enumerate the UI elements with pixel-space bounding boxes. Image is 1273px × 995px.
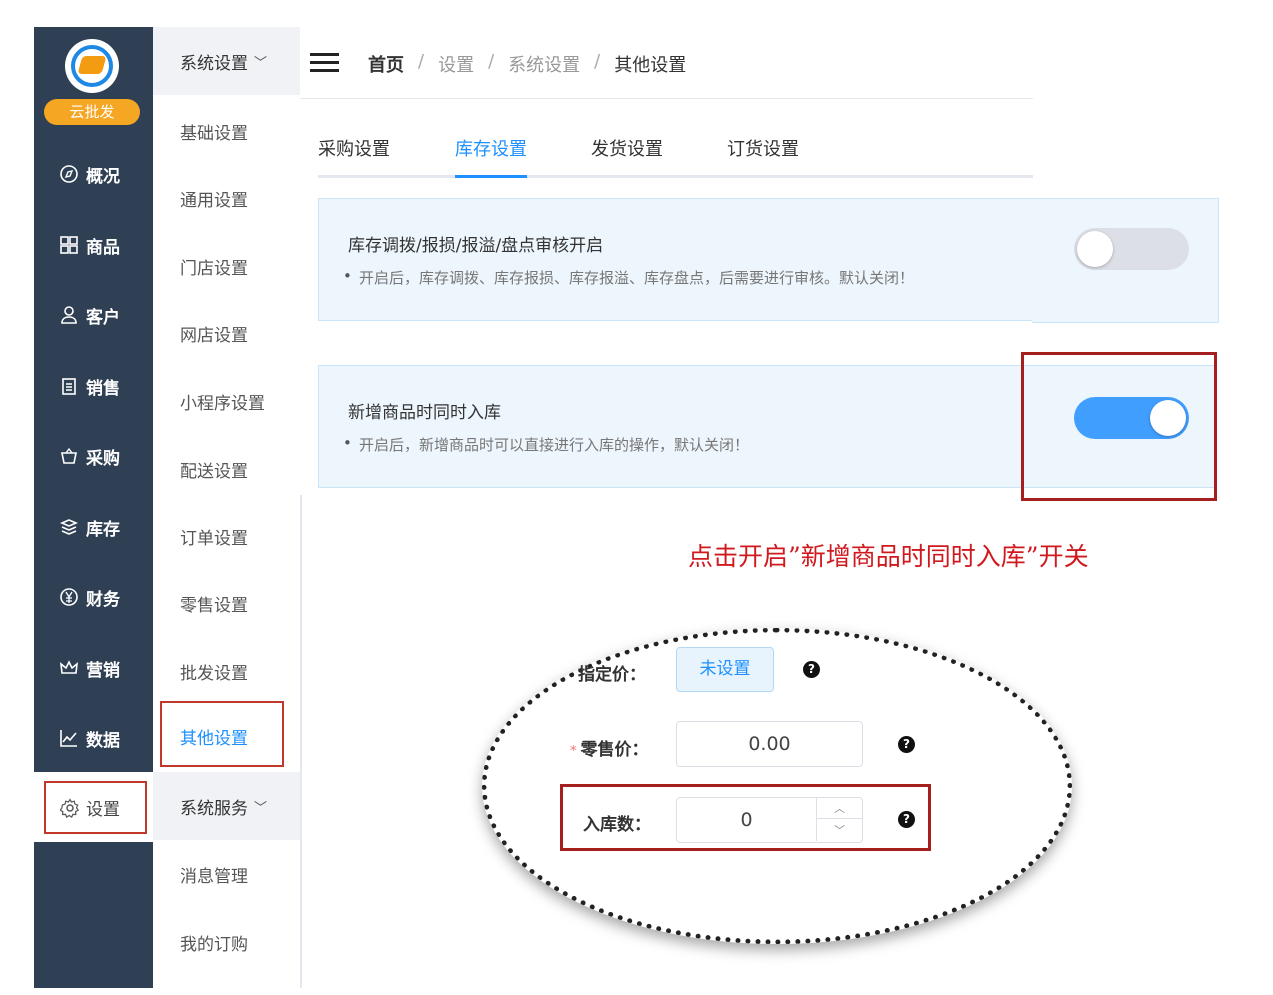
nav-item-data[interactable]: 数据 (34, 718, 153, 758)
setting-card-stock-on-create: 新增商品时同时入库 开启后，新增商品时可以直接进行入库的操作，默认关闭！ (318, 365, 1033, 488)
submenu-item-basic[interactable]: 基础设置 (180, 119, 248, 144)
help-icon[interactable]: ? (898, 736, 915, 753)
layers-icon (58, 516, 80, 538)
submenu-item-store[interactable]: 门店设置 (180, 254, 248, 279)
nav-label: 销售 (86, 378, 120, 399)
breadcrumb-current: 其他设置 (614, 55, 687, 76)
submenu-item-other[interactable]: 其他设置 (180, 724, 248, 749)
settings-submenu: 系统设置 ﹀ 基础设置 通用设置 门店设置 网店设置 小程序设置 配送设置 订单… (153, 27, 300, 988)
submenu-group-label: 系统设置 (180, 53, 248, 74)
setting-title: 新增商品时同时入库 (348, 403, 501, 423)
nav-item-overview[interactable]: 概况 (34, 154, 153, 194)
tab-shipping[interactable]: 发货设置 (591, 135, 663, 178)
setting-description: 开启后，库存调拨、库存报损、库存报溢、库存盘点，后需要进行审核。默认关闭！ (343, 267, 914, 288)
nav-label: 客户 (86, 307, 120, 328)
nav-item-sales[interactable]: 销售 (34, 366, 153, 406)
submenu-item-retail[interactable]: 零售设置 (180, 591, 248, 616)
nav-label: 营销 (86, 660, 120, 681)
tab-inventory[interactable]: 库存设置 (455, 135, 527, 178)
breadcrumb-system-settings[interactable]: 系统设置 (508, 51, 580, 77)
submenu-item-messages[interactable]: 消息管理 (180, 862, 248, 887)
compass-icon (58, 163, 80, 185)
breadcrumb-separator: / (418, 51, 425, 72)
yen-icon (58, 586, 80, 608)
nav-settings-label: 设置 (86, 800, 120, 820)
nav-item-customers[interactable]: 客户 (34, 295, 153, 335)
basket-icon (58, 445, 80, 467)
top-header: 首页 / 设置 / 系统设置 / 其他设置 (300, 27, 1033, 99)
submenu-item-mini-program[interactable]: 小程序设置 (180, 389, 265, 414)
settings-tabs: 采购设置 库存设置 发货设置 订货设置 (318, 135, 1033, 178)
submenu-item-my-orders[interactable]: 我的订购 (180, 930, 248, 955)
divider (300, 495, 302, 988)
nav-item-inventory[interactable]: 库存 (34, 507, 153, 547)
nav-label: 采购 (86, 448, 120, 469)
nav-label: 概况 (86, 166, 120, 187)
brand-badge: 云批发 (44, 99, 140, 125)
submenu-group-label: 系统服务 (180, 798, 248, 819)
tab-ordering[interactable]: 订货设置 (727, 135, 799, 178)
nav-label: 财务 (86, 589, 120, 610)
price-unset-button[interactable]: 未设置 (676, 647, 774, 692)
main-sidebar: 云批发 概况 商品 客户 销售 采购 库存 财务 营销 数据 设置 (34, 27, 153, 988)
instruction-annotation: 点击开启”新增商品时同时入库”开关 (688, 542, 1089, 571)
submenu-item-wholesale[interactable]: 批发设置 (180, 659, 248, 684)
breadcrumb-separator: / (594, 51, 601, 72)
submenu-item-order[interactable]: 订单设置 (180, 524, 248, 549)
chevron-down-icon: ﹀ (254, 55, 268, 71)
retail-price-label: * 零售价： (570, 735, 649, 760)
retail-price-label-text: 零售价： (580, 740, 649, 760)
submenu-item-delivery[interactable]: 配送设置 (180, 457, 248, 482)
required-mark: * (570, 744, 577, 759)
menu-toggle-icon[interactable] (310, 53, 339, 73)
nav-label: 商品 (86, 237, 120, 258)
clipboard-icon (58, 375, 80, 397)
stock-qty-highlight-box (560, 784, 931, 851)
audit-toggle-switch[interactable] (1074, 228, 1189, 270)
user-icon (58, 304, 80, 326)
price-label: 指定价： (578, 665, 646, 685)
breadcrumb: 首页 / 设置 / 系统设置 / 其他设置 (368, 51, 686, 77)
setting-description: 开启后，新增商品时可以直接进行入库的操作，默认关闭！ (343, 434, 749, 455)
grid-icon (58, 234, 80, 256)
submenu-group-system-services[interactable]: 系统服务 ﹀ (153, 772, 300, 840)
setting-title: 库存调拨/报损/报溢/盘点审核开启 (348, 236, 604, 256)
setting-card-audit: 库存调拨/报损/报溢/盘点审核开启 开启后，库存调拨、库存报损、库存报溢、库存盘… (318, 198, 1033, 321)
breadcrumb-home[interactable]: 首页 (368, 51, 404, 77)
retail-price-input[interactable]: 0.00 (676, 721, 863, 767)
nav-item-marketing[interactable]: 营销 (34, 648, 153, 688)
app-logo-icon (65, 39, 119, 93)
gear-icon (60, 797, 80, 818)
chart-line-icon (58, 727, 80, 749)
submenu-item-online-store[interactable]: 网店设置 (180, 321, 248, 346)
nav-item-finance[interactable]: 财务 (34, 577, 153, 617)
chevron-down-icon: ﹀ (254, 800, 268, 816)
nav-label: 数据 (86, 730, 120, 751)
nav-item-purchase[interactable]: 采购 (34, 436, 153, 476)
help-icon[interactable]: ? (803, 661, 820, 678)
nav-item-settings[interactable]: 设置 (44, 781, 147, 834)
tab-purchase[interactable]: 采购设置 (318, 135, 390, 178)
nav-item-products[interactable]: 商品 (34, 225, 153, 265)
toggle-highlight-box (1021, 352, 1217, 501)
submenu-item-general[interactable]: 通用设置 (180, 186, 248, 211)
crown-icon (58, 657, 80, 679)
nav-label: 库存 (86, 519, 120, 540)
breadcrumb-settings[interactable]: 设置 (438, 51, 474, 77)
breadcrumb-separator: / (488, 51, 495, 72)
submenu-group-system-settings[interactable]: 系统设置 ﹀ (153, 27, 300, 95)
